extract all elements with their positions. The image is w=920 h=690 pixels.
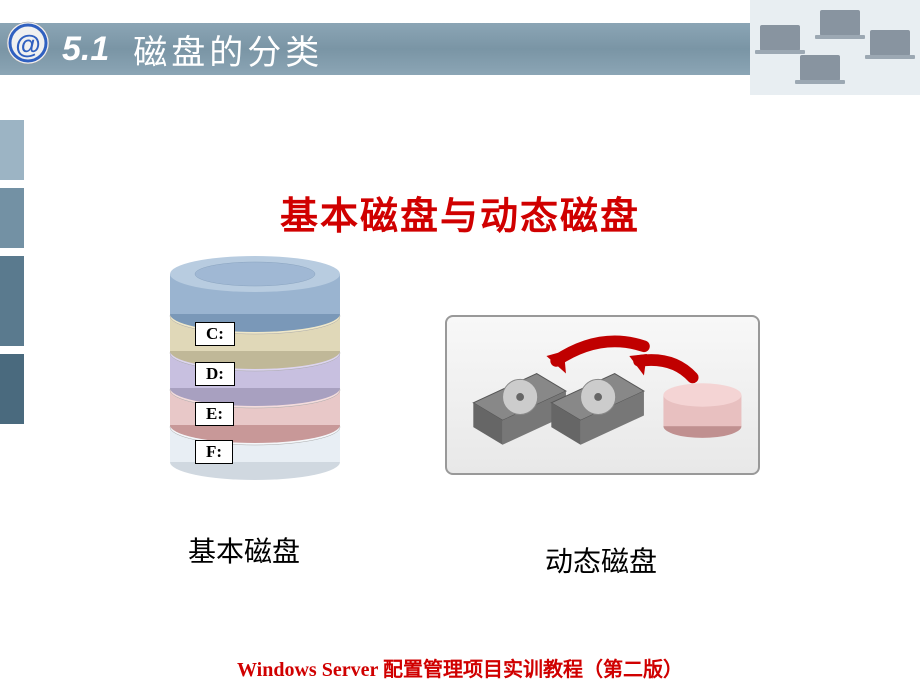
- basic-disk-label: 基本磁盘: [188, 530, 300, 570]
- header-number: 5.1: [62, 30, 109, 69]
- decorative-laptops: [750, 0, 920, 95]
- dynamic-disk-graphic: [445, 315, 760, 475]
- drive-d-label: D:: [195, 362, 235, 386]
- left-decoration: [0, 120, 24, 432]
- drive-c-label: C:: [195, 322, 235, 346]
- dynamic-disk-label: 动态磁盘: [545, 540, 657, 580]
- header-title: 磁盘的分类: [133, 25, 323, 74]
- basic-disk-graphic: [155, 252, 355, 482]
- at-icon: @: [5, 20, 51, 66]
- drive-f-label: F:: [195, 440, 233, 464]
- drive-e-label: E:: [195, 402, 234, 426]
- subtitle: 基本磁盘与动态磁盘: [0, 185, 920, 240]
- footer-text: Windows Server 配置管理项目实训教程（第二版）: [0, 653, 920, 682]
- svg-text:@: @: [15, 29, 40, 59]
